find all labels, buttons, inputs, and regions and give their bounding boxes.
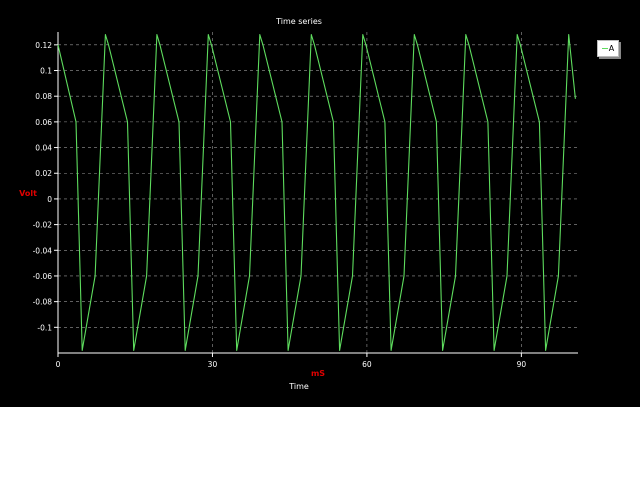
x-axis-label: Time [288,382,309,391]
series-layer [57,34,576,351]
x-tick-label: 90 [517,360,527,369]
x-tick-label: 0 [56,360,61,369]
legend-label: A [608,44,615,53]
y-tick-label: -0.04 [33,246,53,255]
legend: A [597,40,619,57]
y-tick-label: 0 [47,195,52,204]
chart-title: Time series [275,17,322,26]
y-tick-label: 0.06 [35,118,52,127]
y-tick-label: 0.12 [35,41,52,50]
y-tick-label: 0.08 [35,92,52,101]
y-tick-label: -0.02 [33,221,53,230]
series-line-A [57,34,576,351]
y-tick-label: 0.1 [40,67,52,76]
chart-panel: 0.12 0.1 0.08 0.06 0.04 0.02 0 -0.02 -0.04 -0.06 -… [0,0,640,407]
tick-labels: 0.12 0.1 0.08 0.06 0.04 0.02 0 -0.02 -0.04 -0.06 -… [33,41,527,369]
y-tick-label: -0.06 [33,272,53,281]
y-tick-label: 0.02 [35,169,52,178]
x-tick-label: 60 [362,360,372,369]
grid [58,32,578,353]
legend-swatch [601,48,608,49]
y-tick-label: -0.08 [33,298,53,307]
x-axis-unit: mS [311,369,325,378]
x-tick-label: 30 [208,360,218,369]
y-tick-label: 0.04 [35,144,52,153]
y-tick-label: -0.1 [37,323,52,332]
chart-svg: 0.12 0.1 0.08 0.06 0.04 0.02 0 -0.02 -0.04 -0.06 -… [19,17,578,391]
y-axis-label: Volt [19,189,37,198]
